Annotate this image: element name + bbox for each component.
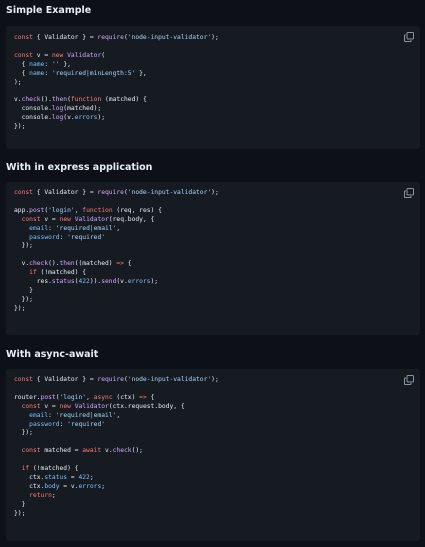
code-line: }); [14,123,26,131]
code-text: const { Validator } = require('node-inpu… [14,376,219,519]
code-block-express: const { Validator } = require('node-inpu… [6,182,420,335]
code-block-async-await: const { Validator } = require('node-inpu… [6,369,420,541]
code-text: const { Validator } = require('node-inpu… [14,34,219,132]
section-heading-simple-example: Simple Example [6,5,92,16]
code-line: const v = new Validator(req.body, { [21,215,155,223]
copy-icon [404,375,414,385]
code-block-simple-example: const { Validator } = require('node-inpu… [6,26,420,149]
code-line: const v = new Validator( [14,51,106,59]
code-line: { name: 'required|minLength:5' }, [14,69,147,77]
code-text: const { Validator } = require('node-inpu… [14,189,219,314]
code-line: ); [14,78,22,86]
code-line: const matched = await v.check(); [21,447,143,455]
code-line: console.log(v.errors); [14,114,106,122]
copy-button[interactable] [404,375,414,385]
code-line: { name: '' }, [14,60,71,68]
code-line: ctx.body = v.errors; [14,482,106,490]
code-line: }); [14,304,26,312]
code-line: const { Validator } = require('node-inpu… [14,34,219,41]
code-line: email: 'required|email', [29,224,121,232]
code-line: password: 'required' [29,233,106,241]
code-line: return; [29,491,56,499]
code-line: router.post('login', async (ctx) => { [14,393,155,401]
code-line: }); [14,242,33,250]
code-line: email: 'required|email', [29,411,121,419]
code-line: }); [14,295,33,303]
section-heading-async-await: With async-await [6,349,99,360]
code-line: }); [14,509,26,517]
code-line: if (!matched) { [29,269,87,277]
code-line: console.log(matched); [14,105,102,113]
code-line: const { Validator } = require('node-inpu… [14,376,219,383]
copy-button[interactable] [404,188,414,198]
copy-button[interactable] [404,32,414,42]
code-line: app.post('login', function (req, res) { [14,206,162,214]
copy-icon [404,32,414,42]
code-line: ctx.status = 422; [14,473,94,481]
code-line: v.check().then(function (matched) { [14,96,147,104]
code-line: const v = new Validator(ctx.request.body… [21,402,185,410]
section-heading-express: With in express application [6,162,153,173]
code-line: const { Validator } = require('node-inpu… [14,189,219,196]
code-line: password: 'required' [29,420,106,428]
code-line: } [14,500,26,508]
code-line: } [14,286,33,294]
code-line: if (!matched) { [21,465,79,473]
code-line: v.check().then((matched) => { [14,260,132,268]
copy-icon [404,188,414,198]
code-line: }); [14,429,33,437]
code-line: res.status(422)).send(v.errors); [14,278,159,286]
